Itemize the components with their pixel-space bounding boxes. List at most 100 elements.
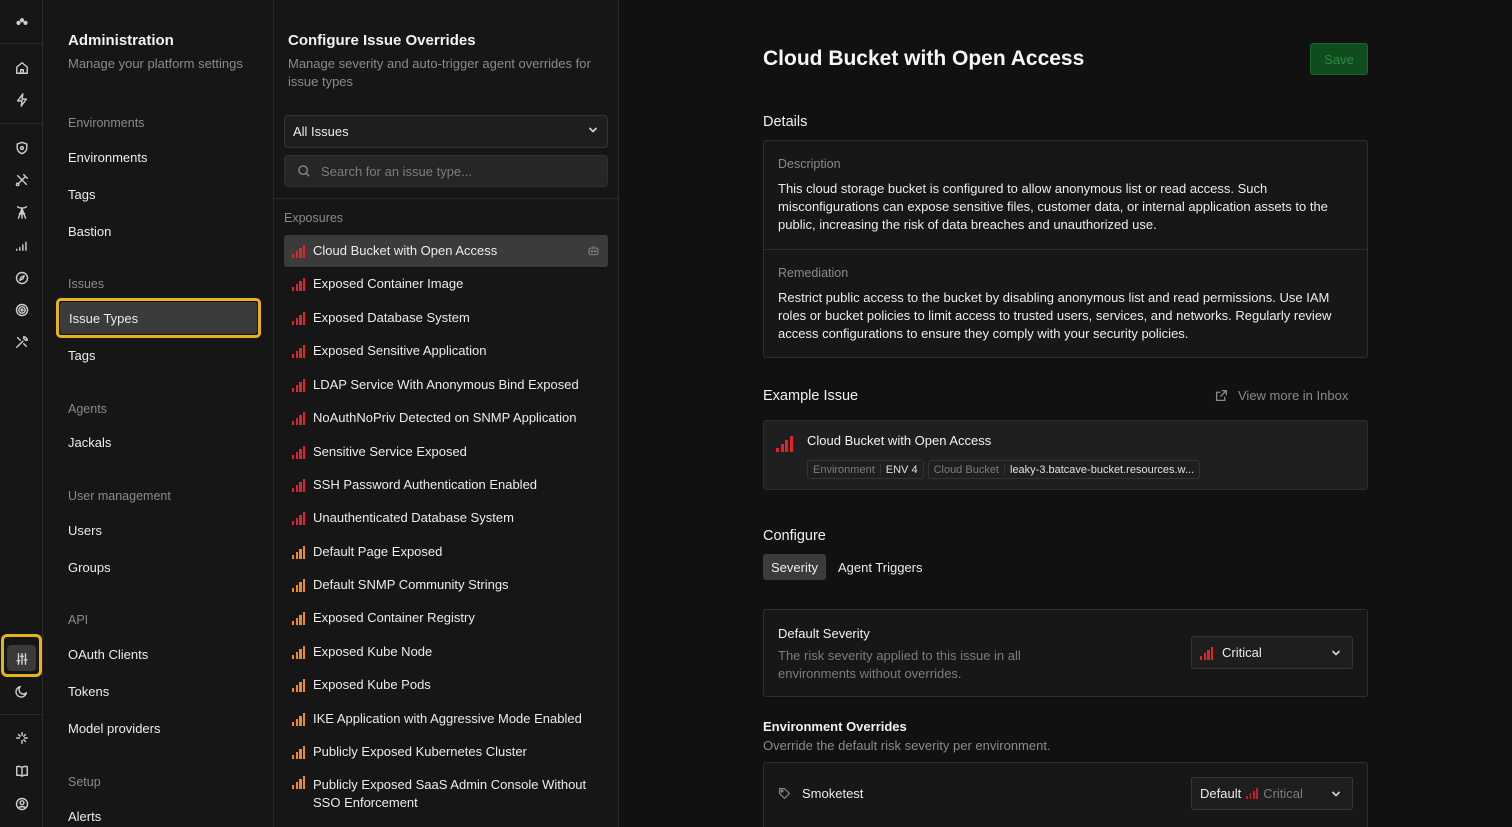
issue-type-item[interactable]: Default SNMP Community Strings xyxy=(284,569,608,601)
tag-cloud-bucket: Cloud Bucket leaky-3.batcave-bucket.resou… xyxy=(927,460,1201,479)
severity-critical-icon xyxy=(292,445,307,459)
issue-type-item[interactable]: Exposed Kube Pods xyxy=(284,669,608,701)
list-divider xyxy=(274,198,618,199)
issue-type-item[interactable]: Publicly Exposed SaaS Admin Console With… xyxy=(284,769,608,810)
env-override-select[interactable]: Default Critical xyxy=(1191,777,1353,810)
tag-environment: Environment ENV 4 xyxy=(807,460,924,479)
nav-issue-tags[interactable]: Tags xyxy=(68,348,95,363)
search-icon xyxy=(298,165,310,177)
sparkle-icon[interactable] xyxy=(12,728,31,747)
section-user-management: User management xyxy=(68,489,171,503)
shield-icon[interactable] xyxy=(12,138,31,157)
sliders-icon[interactable] xyxy=(12,649,31,668)
compass-icon[interactable] xyxy=(12,268,31,287)
section-issues: Issues xyxy=(68,277,105,291)
issue-type-item[interactable]: LDAP Service With Anonymous Bind Exposed xyxy=(284,369,608,401)
issue-type-item[interactable]: Exposed Kube Node xyxy=(284,636,608,668)
issue-type-item[interactable]: Exposed Sensitive Application xyxy=(284,335,608,367)
lightning-icon[interactable] xyxy=(12,90,31,109)
section-api: API xyxy=(68,613,89,627)
issue-type-item[interactable]: Exposed Container Registry xyxy=(284,602,608,634)
user-circle-icon[interactable] xyxy=(12,794,31,813)
tag-key: Environment xyxy=(808,463,881,476)
rail-divider xyxy=(0,43,43,44)
satellite-icon[interactable] xyxy=(12,170,31,189)
book-icon[interactable] xyxy=(12,761,31,780)
issue-type-item[interactable]: SSH Password Authentication Enabled xyxy=(284,469,608,501)
rail-divider xyxy=(0,714,43,715)
severity-high-icon xyxy=(292,611,307,625)
env-overrides-description: Override the default risk severity per e… xyxy=(763,738,1051,753)
issue-type-item[interactable]: IKE Application with Aggressive Mode Ena… xyxy=(284,703,608,735)
view-more-link[interactable]: View more in Inbox xyxy=(1215,388,1348,403)
issue-type-label: Cloud Bucket with Open Access xyxy=(313,243,498,258)
issue-type-item[interactable]: Exposed Container Image xyxy=(284,268,608,300)
issue-type-label: NoAuthNoPriv Detected on SNMP Applicatio… xyxy=(313,410,577,425)
default-severity-label: Default Severity xyxy=(778,626,870,641)
env-overrides-card: Smoketest Default Critical xyxy=(763,762,1368,827)
admin-sidebar: Administration Manage your platform sett… xyxy=(43,0,274,827)
severity-critical-icon xyxy=(292,244,307,258)
description-text: This cloud storage bucket is configured … xyxy=(778,181,1328,232)
nav-model-providers[interactable]: Model providers xyxy=(68,721,161,736)
moon-icon[interactable] xyxy=(12,681,31,700)
save-button[interactable]: Save xyxy=(1310,43,1368,75)
external-link-icon xyxy=(1215,389,1228,402)
issue-type-label: LDAP Service With Anonymous Bind Exposed xyxy=(313,377,579,392)
issue-type-item[interactable]: Default Page Exposed xyxy=(284,536,608,568)
logo-icon[interactable] xyxy=(12,12,31,31)
remediation-text: Restrict public access to the bucket by … xyxy=(778,290,1332,341)
tab-agent-triggers[interactable]: Agent Triggers xyxy=(830,554,931,580)
severity-high-icon xyxy=(292,712,307,726)
issue-type-list-pane: Configure Issue Overrides Manage severit… xyxy=(274,0,619,827)
agent-bot-icon[interactable] xyxy=(587,244,600,260)
chevron-down-icon xyxy=(587,124,599,139)
example-issue-card[interactable]: Cloud Bucket with Open Access Environmen… xyxy=(763,420,1368,490)
nav-environments[interactable]: Environments xyxy=(68,150,147,165)
signal-icon[interactable] xyxy=(12,235,31,254)
issue-type-label: Sensitive Service Exposed xyxy=(313,444,467,459)
home-icon[interactable] xyxy=(12,58,31,77)
nav-tokens[interactable]: Tokens xyxy=(68,684,109,699)
chevron-down-icon xyxy=(1330,647,1342,662)
nav-groups[interactable]: Groups xyxy=(68,560,111,575)
issue-filter-value: All Issues xyxy=(293,124,349,139)
issue-type-label: Publicly Exposed SaaS Admin Console With… xyxy=(313,777,587,810)
tower-icon[interactable] xyxy=(12,202,31,221)
issue-type-label: Publicly Exposed Kubernetes Cluster xyxy=(313,744,527,759)
issue-type-item[interactable]: Publicly Exposed Kubernetes Cluster xyxy=(284,736,608,768)
severity-high-icon xyxy=(292,545,307,559)
nav-issue-types[interactable]: Issue Types xyxy=(69,311,138,326)
issue-type-label: SSH Password Authentication Enabled xyxy=(313,477,538,492)
nav-environment-tags[interactable]: Tags xyxy=(68,187,95,202)
issue-type-label: Default Page Exposed xyxy=(313,544,443,559)
default-severity-select[interactable]: Critical xyxy=(1191,636,1353,669)
issue-type-item[interactable]: Unauthenticated Database System xyxy=(284,502,608,534)
issue-type-label: Exposed Kube Node xyxy=(313,644,433,659)
target-icon[interactable] xyxy=(12,300,31,319)
tab-severity[interactable]: Severity xyxy=(763,554,826,580)
issue-type-label: Exposed Container Image xyxy=(313,276,464,291)
issue-type-label: Exposed Database System xyxy=(313,310,470,325)
issue-type-item[interactable]: Exposed Database System xyxy=(284,302,608,334)
default-severity-description: The risk severity applied to this issue … xyxy=(778,648,1021,681)
issue-type-label: Exposed Kube Pods xyxy=(313,677,431,692)
severity-critical-icon xyxy=(292,311,307,325)
list-subtitle: Manage severity and auto-trigger agent o… xyxy=(288,56,591,89)
issue-type-item[interactable]: NoAuthNoPriv Detected on SNMP Applicatio… xyxy=(284,402,608,434)
nav-oauth-clients[interactable]: OAuth Clients xyxy=(68,647,148,662)
issue-search-box[interactable] xyxy=(284,155,608,187)
issue-filter-select[interactable]: All Issues xyxy=(284,115,608,148)
severity-high-icon xyxy=(292,645,307,659)
issue-type-item[interactable]: Cloud Bucket with Open Access xyxy=(284,235,608,267)
nav-bastion[interactable]: Bastion xyxy=(68,224,111,239)
issue-type-item[interactable]: Sensitive Service Exposed xyxy=(284,436,608,468)
env-override-name: Smoketest xyxy=(802,786,864,801)
nav-jackals[interactable]: Jackals xyxy=(68,435,111,450)
nav-users[interactable]: Users xyxy=(68,523,102,538)
env-overrides-heading: Environment Overrides xyxy=(763,719,907,734)
tag-key: Cloud Bucket xyxy=(929,463,1005,476)
issue-search-input[interactable] xyxy=(321,163,601,179)
nav-alerts[interactable]: Alerts xyxy=(68,809,101,824)
tools-icon[interactable] xyxy=(12,332,31,351)
